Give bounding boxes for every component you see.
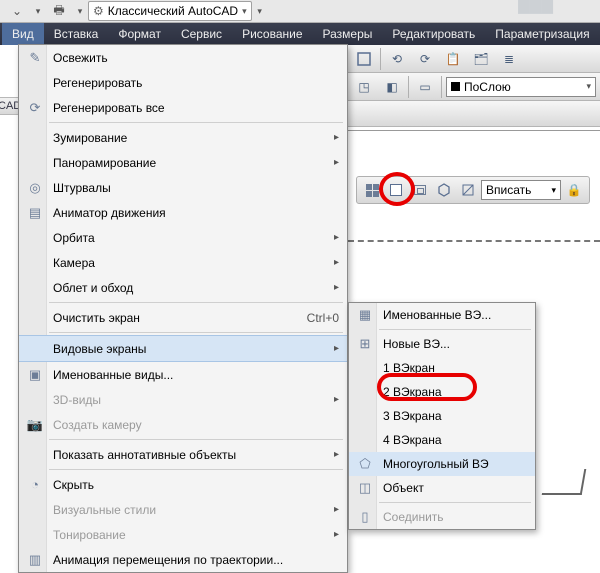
separator: [379, 329, 531, 330]
join-icon: ▯: [355, 507, 375, 527]
separator: [441, 76, 442, 98]
annotation-circle: [377, 373, 477, 401]
menu-item-clean-screen[interactable]: Очистить экранCtrl+0: [19, 305, 347, 330]
qat-dropdown-icon[interactable]: ⌄: [4, 1, 30, 21]
new-vp-icon: ⊞: [355, 334, 375, 354]
vp-convert-icon[interactable]: [457, 179, 479, 201]
separator: [49, 122, 343, 123]
submenu-new-vp[interactable]: ⊞Новые ВЭ...: [349, 332, 535, 356]
menu-item-walkfly[interactable]: Облет и обход: [19, 275, 347, 300]
tool-icon-1[interactable]: [352, 47, 376, 71]
view-menu-dropdown: ✎Освежить Регенерировать ⟳Регенерировать…: [18, 44, 348, 573]
view-icon: ▣: [25, 365, 45, 385]
viewport-toolbar: Вписать ▾ 🔒: [356, 176, 590, 204]
menu-item-camera[interactable]: Камера: [19, 250, 347, 275]
gear-icon: ⚙: [93, 4, 104, 18]
qat-arrow-icon[interactable]: ▾: [32, 1, 44, 21]
shortcut-label: Ctrl+0: [307, 311, 339, 325]
menu-draw[interactable]: Рисование: [232, 23, 312, 45]
menu-item-named-views[interactable]: ▣Именованные виды...: [19, 362, 347, 387]
menu-item-pan[interactable]: Панорамирование: [19, 150, 347, 175]
object-icon: ◫: [355, 478, 375, 498]
tool-icon-3[interactable]: ⟳: [413, 47, 437, 71]
menu-item-render[interactable]: Тонирование: [19, 522, 347, 547]
tool-icon-7[interactable]: ◳: [352, 75, 376, 99]
paper-corner: [542, 469, 587, 495]
annotation-circle: [379, 172, 415, 206]
layer-label: ПоСлою: [464, 80, 582, 94]
viewports-submenu: ▦Именованные ВЭ... ⊞Новые ВЭ... 1 ВЭкран…: [348, 302, 536, 530]
menu-item-orbit[interactable]: Орбита: [19, 225, 347, 250]
viewport-scale-label: Вписать: [486, 183, 531, 197]
menu-item-create-camera[interactable]: 📷Создать камеру: [19, 412, 347, 437]
menu-item-zoom[interactable]: Зумирование: [19, 125, 347, 150]
menu-item-steering-wheels[interactable]: ◎Штурвалы: [19, 175, 347, 200]
tool-icon-9[interactable]: ▭: [413, 75, 437, 99]
separator: [49, 302, 343, 303]
separator: [49, 439, 343, 440]
print-icon[interactable]: 🖶: [46, 1, 72, 21]
menu-item-motion-path[interactable]: ▥Анимация перемещения по траектории...: [19, 547, 347, 572]
menu-item-regen-all[interactable]: ⟳Регенерировать все: [19, 95, 347, 120]
submenu-3-viewports[interactable]: 3 ВЭкрана: [349, 404, 535, 428]
menu-item-visual-styles[interactable]: Визуальные стили: [19, 497, 347, 522]
qat-arrow2-icon[interactable]: ▾: [74, 1, 86, 21]
separator: [380, 48, 381, 70]
hide-icon: ◔: [25, 475, 45, 495]
menu-modify[interactable]: Редактировать: [382, 23, 485, 45]
chevron-down-icon: ▾: [242, 6, 247, 17]
toolbar-area: ⟲ ⟳ 📋 🗂 ≣ ◳ ◧ ▭ ПоСлою ▾: [348, 45, 600, 127]
menu-item-motion[interactable]: ▤Аниматор движения: [19, 200, 347, 225]
tool-icon-4[interactable]: 📋: [441, 47, 465, 71]
menu-item-refresh[interactable]: ✎Освежить: [19, 45, 347, 70]
vp-lock-icon[interactable]: 🔒: [563, 179, 585, 201]
watermark: ▮▮▮: [515, 0, 550, 18]
viewport-scale-combo[interactable]: Вписать ▾: [481, 180, 561, 200]
separator: [379, 502, 531, 503]
menu-format[interactable]: Формат: [108, 23, 171, 45]
submenu-polygonal-vp[interactable]: ⬠Многоугольный ВЭ: [349, 452, 535, 476]
menu-item-hide[interactable]: ◔Скрыть: [19, 472, 347, 497]
quick-access-toolbar: ⌄ ▾ 🖶 ▾ ⚙ Классический AutoCAD ▾ ▾: [0, 0, 600, 23]
polygon-icon: ⬠: [355, 454, 375, 474]
menu-parametric[interactable]: Параметризация: [485, 23, 599, 45]
submenu-4-viewports[interactable]: 4 ВЭкрана: [349, 428, 535, 452]
menu-insert[interactable]: Вставка: [44, 23, 109, 45]
workspace-label: Классический AutoCAD: [108, 4, 238, 18]
color-swatch-icon: [451, 82, 460, 91]
regen-icon: ⟳: [25, 98, 45, 118]
pencil-icon: ✎: [25, 48, 45, 68]
submenu-object[interactable]: ◫Объект: [349, 476, 535, 500]
tool-icon-2[interactable]: ⟲: [385, 47, 409, 71]
menu-item-viewports[interactable]: Видовые экраны: [19, 335, 347, 362]
menu-bar: Вид Вставка Формат Сервис Рисование Разм…: [0, 23, 600, 45]
menu-tools[interactable]: Сервис: [171, 23, 232, 45]
tool-icon-5[interactable]: 🗂: [469, 47, 493, 71]
ws-overflow-icon[interactable]: ▾: [254, 1, 266, 21]
separator: [408, 76, 409, 98]
menu-view[interactable]: Вид: [2, 23, 44, 45]
tool-icon-6[interactable]: ≣: [497, 47, 521, 71]
menu-item-regen[interactable]: Регенерировать: [19, 70, 347, 95]
menu-item-annotative[interactable]: Показать аннотативные объекты: [19, 442, 347, 467]
layer-combo[interactable]: ПоСлою ▾: [446, 77, 596, 97]
submenu-join[interactable]: ▯Соединить: [349, 505, 535, 529]
separator: [49, 332, 343, 333]
vp-poly-icon[interactable]: [433, 179, 455, 201]
menu-dimension[interactable]: Размеры: [313, 23, 383, 45]
chevron-down-icon: ▾: [551, 185, 556, 196]
separator: [49, 469, 343, 470]
film-icon: ▤: [25, 203, 45, 223]
margin-line: [348, 240, 600, 242]
named-vp-icon: ▦: [355, 305, 375, 325]
workspace-combo[interactable]: ⚙ Классический AutoCAD ▾: [88, 1, 252, 21]
chevron-down-icon: ▾: [586, 81, 591, 92]
submenu-named-vp[interactable]: ▦Именованные ВЭ...: [349, 303, 535, 327]
menu-item-3dviews[interactable]: 3D-виды: [19, 387, 347, 412]
tool-icon-8[interactable]: ◧: [380, 75, 404, 99]
wheel-icon: ◎: [25, 178, 45, 198]
path-icon: ▥: [25, 550, 45, 570]
camera-icon: 📷: [25, 415, 45, 435]
